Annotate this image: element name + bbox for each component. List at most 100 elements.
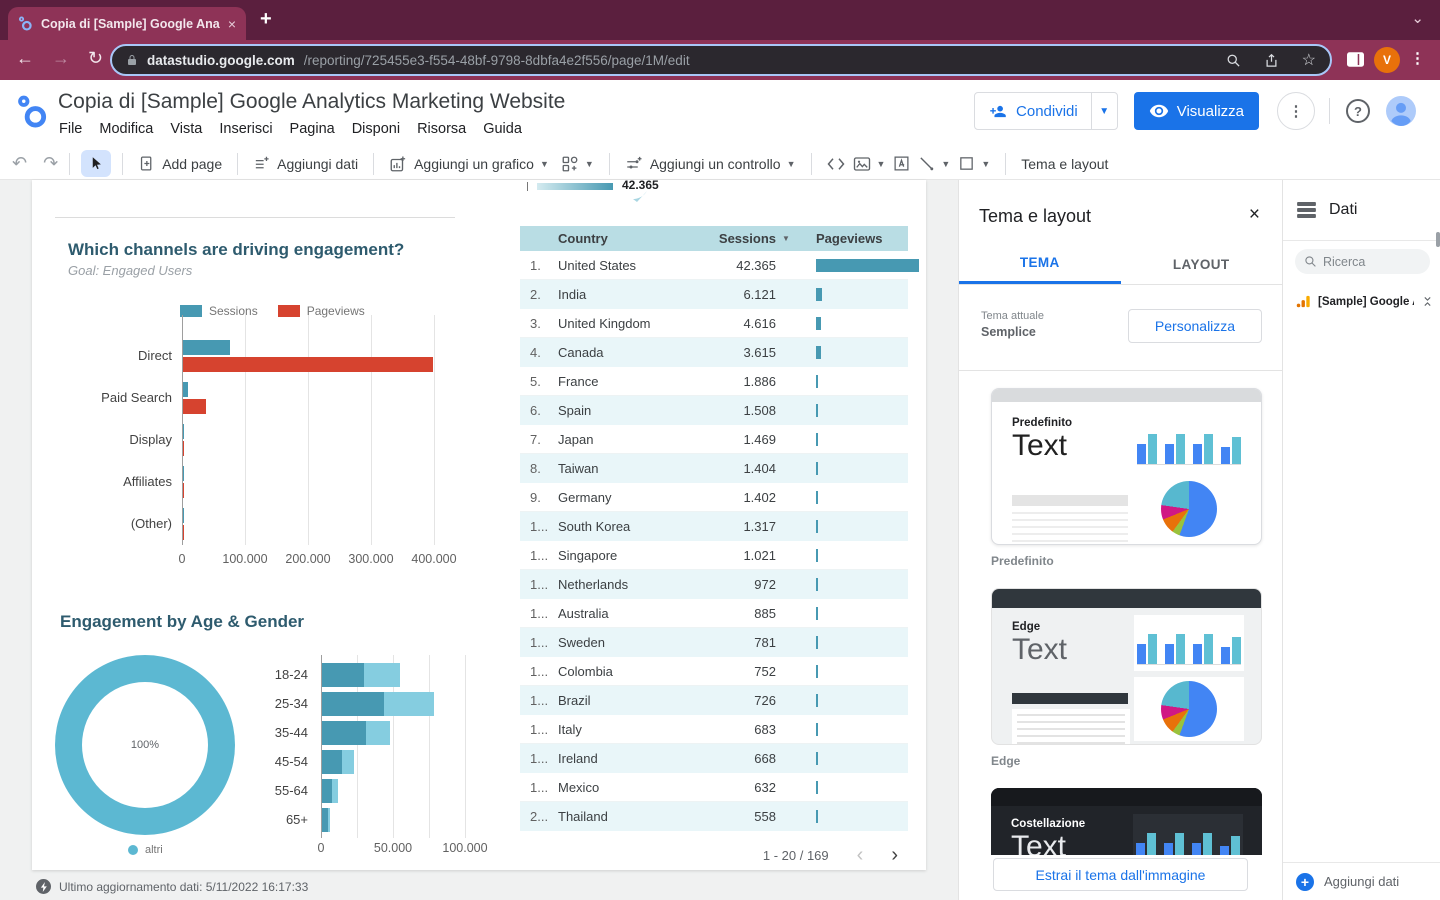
table-row[interactable]: 1...Mexico632 bbox=[520, 773, 908, 802]
row-sessions: 885 bbox=[698, 606, 776, 621]
table-row[interactable]: 3.United Kingdom4.616 bbox=[520, 309, 908, 338]
browser-tab[interactable]: Copia di [Sample] Google Anal × bbox=[8, 7, 246, 40]
table-row[interactable]: 1...Colombia752 bbox=[520, 657, 908, 686]
community-visualizations-button[interactable]: ▼ bbox=[561, 155, 594, 173]
table-row[interactable]: 5.France1.886 bbox=[520, 367, 908, 396]
sessions-column-header[interactable]: Sessions bbox=[698, 231, 776, 246]
insert-text-button[interactable] bbox=[893, 155, 910, 172]
theme-card-costellazione[interactable]: CostellazioneText bbox=[991, 788, 1262, 855]
share-page-icon[interactable] bbox=[1264, 53, 1279, 68]
add-control-button[interactable]: Aggiungi un controllo ▼ bbox=[625, 155, 796, 173]
url-bar[interactable]: datastudio.google.com /reporting/725455e… bbox=[110, 44, 1332, 76]
collapse-fields-icon[interactable] bbox=[1421, 295, 1434, 308]
forward-icon[interactable]: → bbox=[52, 48, 70, 69]
next-page-icon[interactable]: › bbox=[891, 844, 898, 867]
menu-pagina[interactable]: Pagina bbox=[290, 121, 335, 137]
table-row[interactable]: 1...Italy683 bbox=[520, 715, 908, 744]
data-search-box[interactable] bbox=[1295, 249, 1430, 274]
undo-icon[interactable]: ↶ bbox=[12, 153, 27, 174]
theme-layout-button[interactable]: Tema e layout bbox=[1021, 156, 1108, 172]
theme-card-edge[interactable]: EdgeText bbox=[991, 588, 1262, 745]
table-row[interactable]: 2...Thailand558 bbox=[520, 802, 908, 831]
row-sessions: 1.402 bbox=[698, 490, 776, 505]
add-page-button[interactable]: Add page bbox=[138, 155, 222, 172]
datastudio-logo-icon[interactable] bbox=[16, 93, 49, 129]
mini-pie-chart bbox=[1161, 681, 1217, 737]
table-row[interactable]: 7.Japan1.469 bbox=[520, 425, 908, 454]
bookmark-star-icon[interactable]: ☆ bbox=[1302, 50, 1316, 70]
menu-file[interactable]: File bbox=[59, 121, 82, 137]
scrollbar-thumb[interactable] bbox=[1436, 232, 1440, 247]
menu-modifica[interactable]: Modifica bbox=[99, 121, 153, 137]
search-icon[interactable] bbox=[1226, 53, 1241, 68]
embed-code-button[interactable] bbox=[827, 157, 845, 171]
share-button-main[interactable]: Condividi bbox=[975, 103, 1091, 120]
insert-line-button[interactable]: ▼ bbox=[918, 155, 950, 172]
share-button[interactable]: Condividi ▼ bbox=[974, 92, 1118, 130]
country-column-header[interactable]: Country bbox=[558, 231, 698, 246]
chrome-profile-avatar[interactable]: V bbox=[1374, 47, 1400, 73]
theme-card-predefinito[interactable]: PredefinitoText bbox=[991, 388, 1262, 545]
add-data-footer[interactable]: + Aggiungi dati bbox=[1283, 862, 1440, 900]
table-row[interactable]: 1...Sweden781 bbox=[520, 628, 908, 657]
table-row[interactable]: 9.Germany1.402 bbox=[520, 483, 908, 512]
add-chart-button[interactable]: Aggiungi un grafico ▼ bbox=[389, 155, 549, 173]
tab-layout[interactable]: LAYOUT bbox=[1121, 244, 1283, 284]
tab-tema[interactable]: TEMA bbox=[959, 244, 1121, 284]
prev-page-icon[interactable]: ‹ bbox=[857, 844, 864, 867]
add-data-button[interactable]: Aggiungi dati bbox=[253, 155, 358, 172]
table-row[interactable]: 1...Netherlands972 bbox=[520, 570, 908, 599]
more-options-button[interactable]: ⋮ bbox=[1277, 92, 1315, 130]
menu-risorsa[interactable]: Risorsa bbox=[417, 121, 466, 137]
tab-search-chevron-icon[interactable]: ⌄ bbox=[1411, 9, 1424, 27]
toolbar-divider bbox=[69, 153, 70, 175]
close-icon[interactable]: × bbox=[1249, 204, 1260, 226]
pageviews-bar bbox=[816, 665, 818, 678]
report-page[interactable]: 42.365 Which channels are driving engage… bbox=[32, 180, 926, 870]
menu-inserisci[interactable]: Inserisci bbox=[219, 121, 272, 137]
sort-desc-icon[interactable]: ▼ bbox=[776, 234, 796, 243]
data-search-input[interactable] bbox=[1323, 255, 1413, 269]
menu-disponi[interactable]: Disponi bbox=[352, 121, 400, 137]
user-avatar[interactable] bbox=[1386, 96, 1416, 126]
side-panel-icon[interactable] bbox=[1347, 52, 1364, 67]
data-source-item[interactable]: [Sample] Google A... bbox=[1296, 294, 1434, 309]
country-table[interactable]: Country Sessions ▼ Pageviews 1.United St… bbox=[520, 226, 908, 831]
customize-button[interactable]: Personalizza bbox=[1128, 309, 1262, 343]
gender-donut-chart[interactable]: 100% bbox=[55, 655, 235, 835]
refresh-bolt-icon[interactable] bbox=[36, 879, 51, 894]
menu-guida[interactable]: Guida bbox=[483, 121, 522, 137]
new-tab-button[interactable]: + bbox=[260, 8, 272, 31]
report-title[interactable]: Copia di [Sample] Google Analytics Marke… bbox=[58, 90, 565, 114]
table-row[interactable]: 1...Australia885 bbox=[520, 599, 908, 628]
redo-icon[interactable]: ↷ bbox=[43, 153, 58, 174]
table-row[interactable]: 1...Brazil726 bbox=[520, 686, 908, 715]
table-row[interactable]: 6.Spain1.508 bbox=[520, 396, 908, 425]
back-icon[interactable]: ← bbox=[16, 48, 34, 69]
table-row[interactable]: 1...South Korea1.317 bbox=[520, 512, 908, 541]
table-row[interactable]: 8.Taiwan1.404 bbox=[520, 454, 908, 483]
age-chart-plot[interactable] bbox=[321, 655, 466, 838]
shape-caret: ▼ bbox=[981, 159, 990, 169]
pageviews-column-header[interactable]: Pageviews bbox=[796, 231, 908, 246]
select-tool-button[interactable] bbox=[81, 150, 111, 177]
bar-segment bbox=[322, 692, 384, 716]
channels-chart-plot[interactable] bbox=[182, 315, 435, 545]
table-row[interactable]: 1...Ireland668 bbox=[520, 744, 908, 773]
menu-vista[interactable]: Vista bbox=[170, 121, 202, 137]
current-theme-label: Tema attuale bbox=[981, 310, 1044, 322]
reload-icon[interactable]: ↻ bbox=[88, 48, 103, 69]
table-row[interactable]: 4.Canada3.615 bbox=[520, 338, 908, 367]
chrome-menu-icon[interactable]: ⋮ bbox=[1410, 49, 1425, 67]
view-button[interactable]: Visualizza bbox=[1134, 92, 1259, 130]
table-row[interactable]: 2.India6.121 bbox=[520, 280, 908, 309]
tab-close-icon[interactable]: × bbox=[228, 17, 236, 31]
table-row[interactable]: 1...Singapore1.021 bbox=[520, 541, 908, 570]
help-icon[interactable]: ? bbox=[1346, 99, 1370, 123]
insert-shape-button[interactable]: ▼ bbox=[958, 155, 990, 172]
extract-theme-button[interactable]: Estrai il tema dall'immagine bbox=[993, 858, 1248, 891]
insert-image-button[interactable]: ▼ bbox=[853, 156, 886, 172]
table-row[interactable]: 1.United States42.365 bbox=[520, 251, 908, 280]
share-dropdown-caret[interactable]: ▼ bbox=[1091, 93, 1117, 129]
category-label: 55-64 bbox=[238, 783, 308, 798]
